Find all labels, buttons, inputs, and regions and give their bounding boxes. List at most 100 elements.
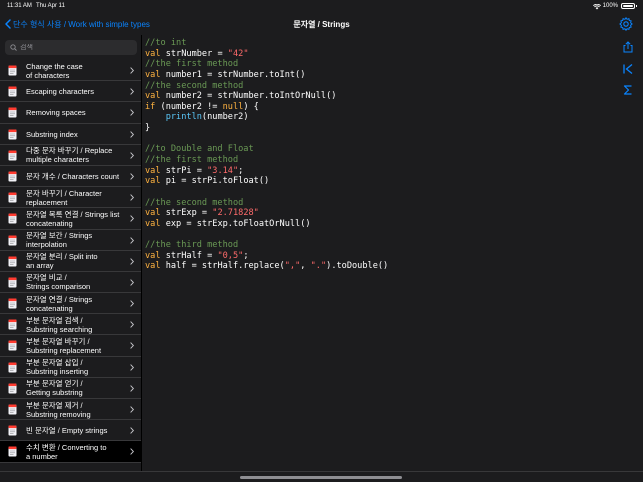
code-token: number1 = strNumber.toInt() xyxy=(160,69,306,80)
chevron-right-icon xyxy=(130,342,134,350)
sidebar-item-label: 부분 문자열 얻기 / Getting substring xyxy=(26,379,83,398)
code-line: } xyxy=(145,123,388,134)
chevron-right-icon xyxy=(130,236,134,244)
document-icon xyxy=(8,150,17,161)
document-icon xyxy=(8,86,17,97)
code-line: //the third method xyxy=(145,240,388,251)
navigation-bar: 단수 형식 사용 / Work with simple types 문자열 / … xyxy=(0,13,643,35)
sidebar-item[interactable]: 부분 문자열 바꾸기 / Substring replacement xyxy=(0,335,141,357)
code-line: //the first method xyxy=(145,59,388,70)
sidebar-item-label: 수치 변환 / Converting to a number xyxy=(26,442,107,461)
chevron-right-icon xyxy=(130,257,134,265)
search-input[interactable] xyxy=(20,44,130,51)
code-line: println(number2) xyxy=(145,112,388,123)
code-line: val strNumber = "42" xyxy=(145,49,388,60)
code-token: "2.71828" xyxy=(212,208,259,219)
chevron-right-icon xyxy=(130,321,134,328)
code-line: val strHalf = "0,5"; xyxy=(145,251,388,262)
sidebar-item[interactable]: 문자열 분리 / Split into an array xyxy=(0,251,141,272)
sidebar-item-label: 문자 개수 / Characters count xyxy=(26,171,120,181)
code-token: "0,5" xyxy=(217,250,244,261)
sidebar-item-label: 문자열 분리 / Split into an array xyxy=(26,252,98,271)
chevron-right-icon xyxy=(130,385,134,392)
status-time: 11:31 AM xyxy=(7,3,32,9)
document-icon xyxy=(8,404,17,415)
sidebar-item-label: 문자 바꾸기 / Character replacement xyxy=(26,188,102,207)
document-icon xyxy=(8,340,17,351)
sidebar-item[interactable]: 문자열 비교 / Strings comparison xyxy=(0,272,141,294)
code-token: ; xyxy=(238,165,244,176)
sidebar-item[interactable]: 다중 문자 바꾸기 / Replace multiple characters xyxy=(0,145,141,166)
code-token: ; xyxy=(243,250,249,261)
document-icon xyxy=(8,319,17,330)
sidebar-item[interactable]: 문자열 목록 연결 / Strings list concatenating xyxy=(0,208,141,230)
code-token: ) { xyxy=(243,101,259,112)
chevron-right-icon xyxy=(130,88,134,95)
document-icon xyxy=(8,107,17,118)
code-token: //the third method xyxy=(145,240,239,251)
sidebar-item[interactable]: 수치 변환 / Converting to a number xyxy=(0,441,141,463)
document-icon xyxy=(8,425,17,436)
code-line: if (number2 != null) { xyxy=(145,102,388,113)
chevron-right-icon xyxy=(130,173,134,180)
chevron-right-icon xyxy=(130,194,134,201)
chevron-right-icon xyxy=(130,152,134,159)
sidebar-item[interactable]: 문자열 연결 / Strings concatenating xyxy=(0,293,141,315)
code-line: val pi = strPi.toFloat() xyxy=(145,176,388,187)
code-token: //the first method xyxy=(145,155,239,166)
share-icon[interactable] xyxy=(622,40,634,53)
bottom-bar xyxy=(0,471,643,482)
sigma-icon[interactable] xyxy=(622,83,634,95)
sidebar-item[interactable]: 부분 문자열 삽입 / Substring inserting xyxy=(0,357,141,378)
sidebar-item[interactable]: 문자 개수 / Characters count xyxy=(0,166,141,188)
sidebar-item-label: 문자열 목록 연결 / Strings list concatenating xyxy=(26,209,120,228)
sidebar-item-label: 부분 문자열 검색 / Substring searching xyxy=(26,315,93,334)
sidebar-item-label: 문자열 보간 / Strings interpolation xyxy=(26,231,93,249)
sidebar-item[interactable]: Removing spaces xyxy=(0,102,141,124)
code-line: val number1 = strNumber.toInt() xyxy=(145,70,388,81)
first-page-icon[interactable] xyxy=(622,62,634,75)
code-token: "3.14" xyxy=(207,165,239,176)
search-bar[interactable] xyxy=(5,40,137,55)
sidebar-item[interactable]: 부분 문자열 제거 / Substring removing xyxy=(0,399,141,421)
sidebar-item[interactable]: 문자 바꾸기 / Character replacement xyxy=(0,187,141,209)
sidebar-item-label: 빈 문자열 / Empty strings xyxy=(26,426,108,436)
home-indicator[interactable] xyxy=(240,476,402,479)
sidebar-item-label: Substring index xyxy=(26,129,78,139)
chevron-left-icon xyxy=(5,19,11,29)
code-token: val xyxy=(145,208,161,219)
code-token: //the second method xyxy=(145,80,244,91)
code-token: strHalf = xyxy=(160,250,218,261)
document-icon xyxy=(8,277,17,288)
code-token: } xyxy=(145,123,151,134)
document-icon xyxy=(8,129,17,140)
code-token: //to int xyxy=(145,38,187,48)
chevron-right-icon xyxy=(130,448,134,456)
sidebar-item[interactable]: Escaping characters xyxy=(0,81,141,103)
sidebar-item[interactable]: 부분 문자열 얻기 / Getting substring xyxy=(0,378,141,399)
search-icon xyxy=(10,44,17,51)
document-icon xyxy=(8,362,17,373)
gear-icon[interactable] xyxy=(619,16,633,32)
code-token: val xyxy=(145,91,161,102)
code-token: ).toDouble() xyxy=(326,261,389,272)
sidebar-item[interactable]: 빈 문자열 / Empty strings xyxy=(0,420,141,442)
code-token: strExp = xyxy=(160,208,213,219)
sidebar-item[interactable]: 부분 문자열 검색 / Substring searching xyxy=(0,314,141,336)
back-button[interactable]: 단수 형식 사용 / Work with simple types xyxy=(5,16,150,32)
sidebar-item[interactable]: Change the case of characters xyxy=(0,60,141,82)
sidebar-item-label: 문자열 비교 / Strings comparison xyxy=(26,273,91,292)
sidebar-item[interactable]: Substring index xyxy=(0,124,141,145)
chevron-right-icon xyxy=(130,215,134,223)
code-content: //to int val strNumber = "42"//the first … xyxy=(145,38,388,272)
sidebar-item[interactable]: 문자열 보간 / Strings interpolation xyxy=(0,230,141,251)
back-button-label: 단수 형식 사용 / Work with simple types xyxy=(13,19,150,29)
sidebar: Change the case of characters Escaping ch… xyxy=(0,35,141,471)
code-token: null xyxy=(222,101,244,112)
code-token: "42" xyxy=(227,48,249,59)
code-line: //to int xyxy=(145,38,388,49)
document-icon xyxy=(8,256,17,267)
